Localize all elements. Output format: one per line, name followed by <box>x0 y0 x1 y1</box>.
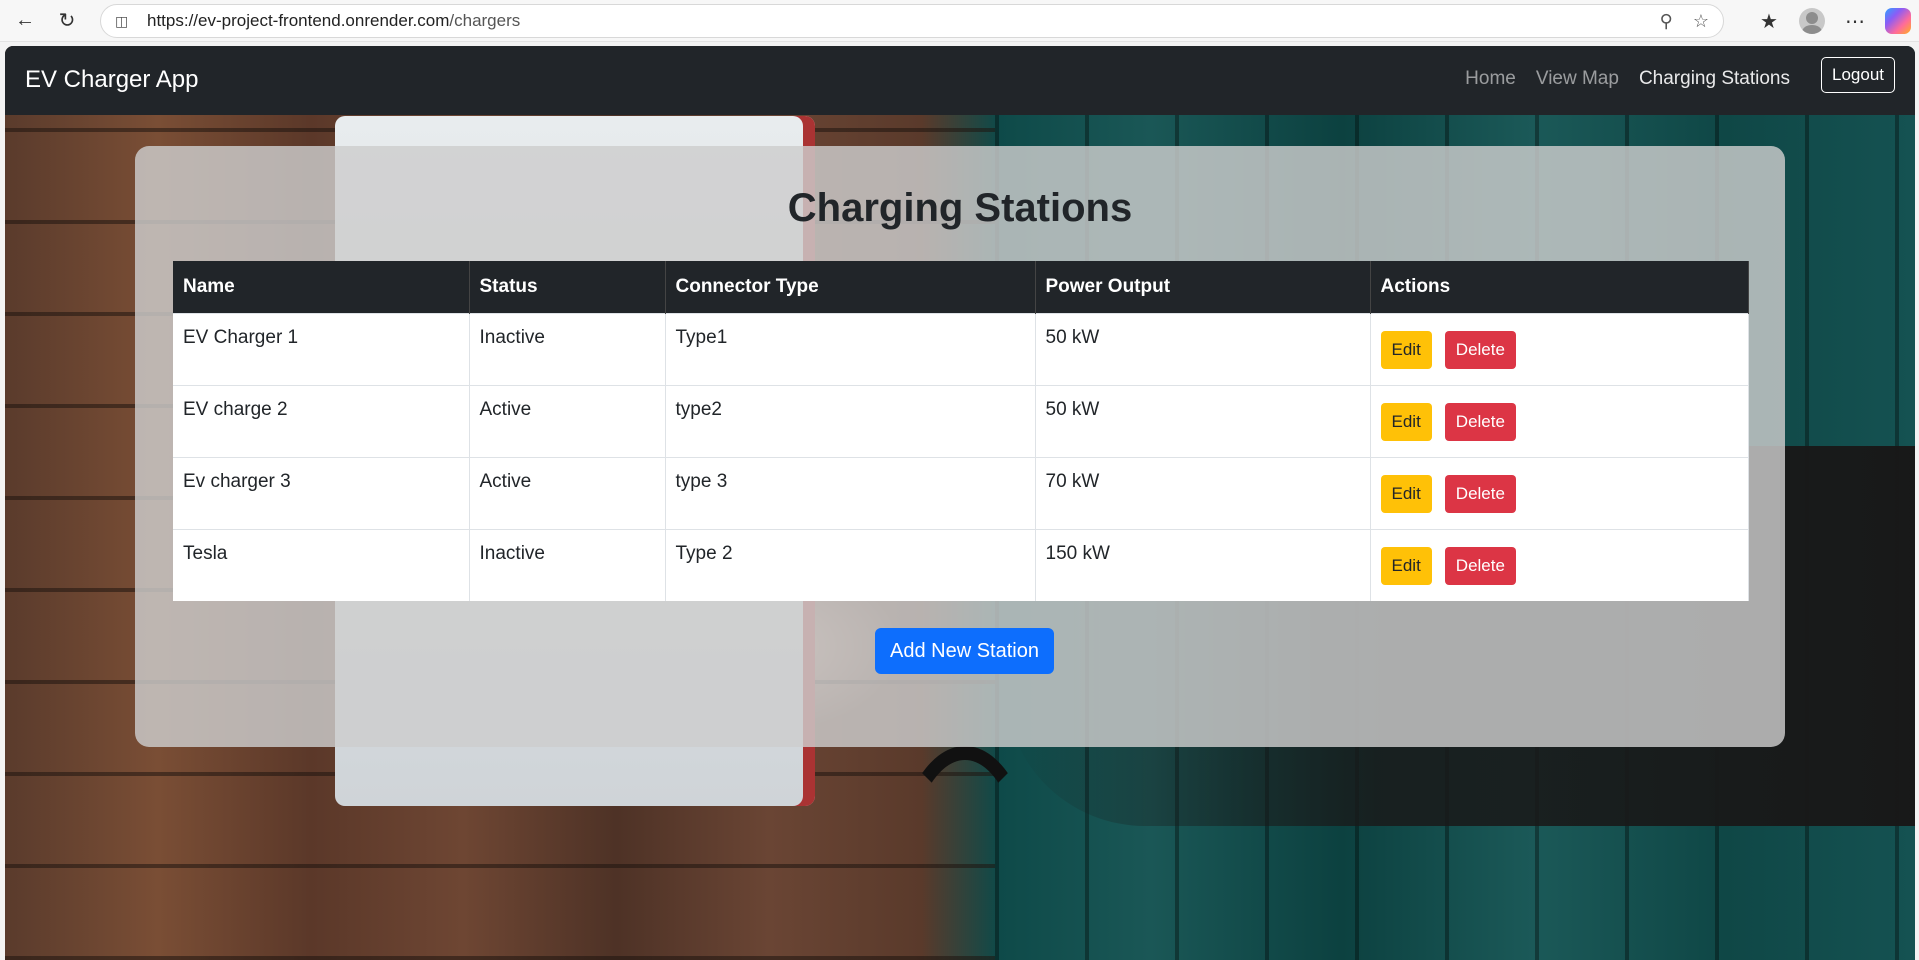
cell-connector: type2 <box>665 384 1036 457</box>
cell-connector: Type 2 <box>665 528 1036 601</box>
page-title: Charging Stations <box>787 186 1133 230</box>
delete-button[interactable]: Delete <box>1444 330 1516 369</box>
cell-status: Inactive <box>469 528 666 601</box>
cell-name: EV charge 2 <box>173 384 470 457</box>
table-row: Tesla Inactive Type 2 150 kW Edit Delete <box>173 528 1749 601</box>
nav-links: Home View Map Charging Stations <box>1465 68 1790 90</box>
refresh-icon[interactable]: ↻ <box>50 4 84 38</box>
cell-actions: Edit Delete <box>1370 384 1749 457</box>
cell-connector: Type1 <box>665 312 1036 385</box>
browser-toolbar: ← ↻ ◫ https://ev-project-frontend.onrend… <box>0 0 1919 42</box>
url-host: https://ev-project-frontend.onrender.com <box>147 11 450 30</box>
back-icon[interactable]: ← <box>8 4 42 38</box>
edit-button[interactable]: Edit <box>1380 546 1432 585</box>
cell-actions: Edit Delete <box>1370 528 1749 601</box>
cell-power: 50 kW <box>1035 384 1371 457</box>
url-path: /chargers <box>449 11 521 30</box>
nav-home[interactable]: Home <box>1465 68 1516 90</box>
cell-power: 70 kW <box>1035 456 1371 529</box>
edit-button[interactable]: Edit <box>1380 402 1432 441</box>
edit-button[interactable]: Edit <box>1380 330 1432 369</box>
cell-name: Tesla <box>173 528 470 601</box>
cell-name: Ev charger 3 <box>173 456 470 529</box>
add-new-station-button[interactable]: Add New Station <box>875 628 1054 674</box>
delete-button[interactable]: Delete <box>1444 402 1516 441</box>
cell-status: Active <box>469 456 666 529</box>
nav-view-map[interactable]: View Map <box>1536 68 1619 90</box>
brand-link[interactable]: EV Charger App <box>25 66 198 94</box>
favorites-icon[interactable]: ★ <box>1755 9 1783 34</box>
nav-charging-stations[interactable]: Charging Stations <box>1639 68 1790 90</box>
header-status: Status <box>469 261 666 313</box>
delete-button[interactable]: Delete <box>1444 546 1516 585</box>
header-actions: Actions <box>1370 261 1749 313</box>
address-bar[interactable]: ◫ https://ev-project-frontend.onrender.c… <box>100 4 1724 38</box>
cell-connector: type 3 <box>665 456 1036 529</box>
cell-power: 150 kW <box>1035 528 1371 601</box>
key-icon[interactable]: ⚲ <box>1660 11 1673 32</box>
profile-avatar-icon[interactable] <box>1799 8 1825 34</box>
more-options-icon[interactable]: ⋯ <box>1841 9 1869 34</box>
header-connector: Connector Type <box>665 261 1036 313</box>
cell-status: Inactive <box>469 312 666 385</box>
cell-actions: Edit Delete <box>1370 456 1749 529</box>
stations-table: Name Status Connector Type Power Output … <box>173 261 1749 601</box>
table-row: EV Charger 1 Inactive Type1 50 kW Edit De… <box>173 312 1749 385</box>
header-power: Power Output <box>1035 261 1371 313</box>
table-header-row: Name Status Connector Type Power Output … <box>173 261 1749 313</box>
stations-card: Charging Stations Name Status Connector … <box>135 146 1785 747</box>
logout-button[interactable]: Logout <box>1821 57 1895 93</box>
star-icon[interactable]: ☆ <box>1693 11 1709 32</box>
site-info-icon[interactable]: ◫ <box>115 13 135 30</box>
cell-status: Active <box>469 384 666 457</box>
cell-name: EV Charger 1 <box>173 312 470 385</box>
delete-button[interactable]: Delete <box>1444 474 1516 513</box>
table-row: Ev charger 3 Active type 3 70 kW Edit Del… <box>173 456 1749 529</box>
cell-actions: Edit Delete <box>1370 312 1749 385</box>
navbar: EV Charger App Home View Map Charging St… <box>5 46 1915 115</box>
page-viewport: EV Charger App Home View Map Charging St… <box>5 46 1915 960</box>
table-row: EV charge 2 Active type2 50 kW Edit Delet… <box>173 384 1749 457</box>
copilot-icon[interactable] <box>1885 8 1911 34</box>
header-name: Name <box>173 261 470 313</box>
edit-button[interactable]: Edit <box>1380 474 1432 513</box>
cell-power: 50 kW <box>1035 312 1371 385</box>
